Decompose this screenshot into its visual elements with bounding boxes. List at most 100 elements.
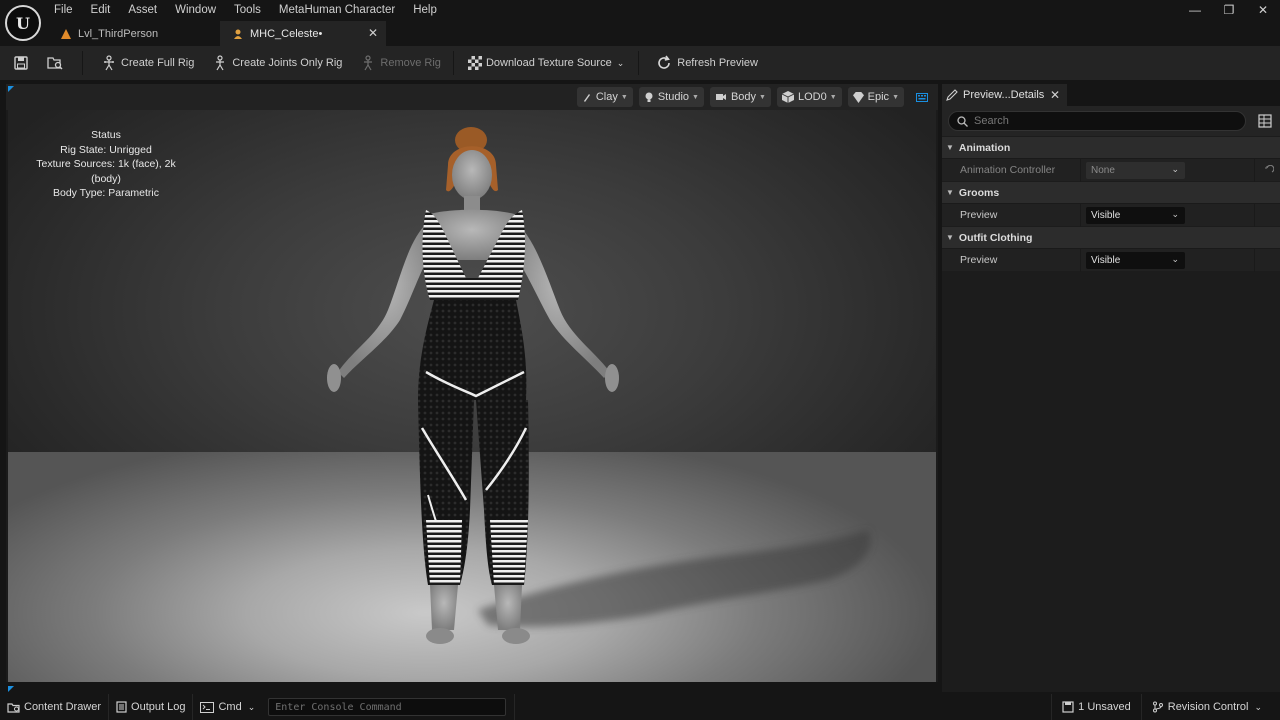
grooms-preview-combo[interactable]: Visible ⌄: [1086, 207, 1185, 224]
property-label: Animation Controller: [960, 164, 1056, 176]
category-label: Animation: [958, 141, 1011, 154]
close-tab-icon[interactable]: ✕: [1050, 88, 1060, 102]
remove-rig-button[interactable]: Remove Rig: [354, 51, 447, 75]
gem-icon: [852, 91, 864, 103]
revision-control-icon: [1152, 701, 1163, 713]
chevron-down-icon: ▼: [829, 93, 837, 101]
property-label: Preview: [960, 209, 998, 221]
viewport[interactable]: Clay ▼ Studio ▼ Body ▼ LOD0 ▼ Epic ▼ Sta…: [6, 84, 938, 682]
menu-metahuman-character[interactable]: MetaHuman Character: [273, 0, 401, 20]
studio-dropdown[interactable]: Studio ▼: [638, 87, 704, 107]
viewport-controls: Clay ▼ Studio ▼ Body ▼ LOD0 ▼ Epic ▼: [571, 87, 932, 107]
studio-label: Studio: [657, 91, 690, 103]
restore-button[interactable]: ❐: [1212, 0, 1246, 20]
menu-file[interactable]: File: [48, 0, 79, 20]
unsaved-button[interactable]: 1 Unsaved: [1052, 694, 1141, 720]
unsaved-label: 1 Unsaved: [1078, 701, 1131, 713]
chevron-down-icon: ⌄: [616, 57, 625, 68]
lod-label: LOD0: [797, 91, 827, 103]
category-grooms[interactable]: ▼ Grooms: [942, 181, 1280, 203]
console-command-input[interactable]: [268, 698, 507, 716]
output-log-button[interactable]: Output Log: [109, 694, 192, 720]
document-tabs: Lvl_ThirdPerson MHC_Celeste• ✕: [48, 21, 386, 46]
close-window-button[interactable]: ✕: [1246, 0, 1280, 20]
revision-control-button[interactable]: Revision Control ⌄: [1142, 694, 1272, 720]
toolbar-separator: [82, 51, 83, 75]
combo-value: Visible: [1091, 255, 1121, 266]
tab-lvl-thirdperson[interactable]: Lvl_ThirdPerson: [48, 21, 220, 46]
statusbar-right: 1 Unsaved Revision Control ⌄: [1051, 694, 1272, 720]
minimize-button[interactable]: —: [1178, 0, 1212, 20]
tab-preview-details[interactable]: Preview...Details ✕: [942, 84, 1067, 106]
body-type-text: Body Type: Parametric: [52, 187, 160, 199]
chevron-down-icon: ▼: [759, 93, 766, 101]
create-full-rig-label: Create Full Rig: [121, 57, 195, 69]
collapse-arrow-icon: ▼: [946, 233, 954, 242]
joints-rig-icon: [216, 55, 225, 71]
output-log-icon: [116, 701, 127, 713]
cmd-dropdown[interactable]: Cmd ⌄: [193, 694, 262, 720]
column-divider: [1080, 204, 1081, 227]
chevron-down-icon: ▼: [892, 93, 899, 101]
content-drawer-button[interactable]: Content Drawer: [0, 694, 108, 720]
menu-tools[interactable]: Tools: [228, 0, 267, 20]
collapse-arrow-icon: ▼: [946, 188, 954, 197]
property-label: Preview: [960, 254, 998, 266]
details-panel: Preview...Details ✕ ▼ Animation Animatio…: [942, 84, 1280, 692]
rig-state-text: Rig State: Unrigged: [60, 143, 152, 156]
close-tab-icon[interactable]: ✕: [368, 26, 378, 40]
animation-controller-combo[interactable]: None ⌄: [1086, 162, 1185, 179]
category-label: Outfit Clothing: [958, 231, 1033, 244]
details-tab-label: Preview...Details: [963, 89, 1045, 101]
lightbulb-icon: [645, 92, 653, 102]
clay-dropdown[interactable]: Clay ▼: [576, 87, 633, 107]
menu-window[interactable]: Window: [169, 0, 222, 20]
create-full-rig-button[interactable]: Create Full Rig: [95, 51, 200, 75]
category-label: Grooms: [958, 186, 1000, 199]
chevron-down-icon: ▼: [620, 93, 628, 101]
tab-label: Lvl_ThirdPerson: [78, 27, 159, 40]
body-dropdown[interactable]: Body ▼: [709, 87, 771, 107]
save-icon: [14, 56, 28, 70]
quality-dropdown[interactable]: Epic ▼: [847, 87, 904, 107]
property-row-animation-controller: Animation Controller None ⌄: [942, 158, 1280, 182]
menu-asset[interactable]: Asset: [122, 0, 163, 20]
unsaved-files-icon: [1062, 701, 1074, 713]
pencil-icon: [946, 89, 958, 101]
viewport-scene[interactable]: Status Rig State: Unrigged Texture Sourc…: [8, 110, 936, 682]
details-search-box[interactable]: [948, 111, 1246, 131]
lod-dropdown[interactable]: LOD0 ▼: [776, 87, 842, 107]
viewport-corner-marker: [8, 686, 14, 692]
chevron-down-icon: ⌄: [247, 701, 256, 712]
search-input[interactable]: [974, 115, 1234, 127]
property-row-grooms-preview: Preview Visible ⌄: [942, 203, 1280, 227]
combo-value: Visible: [1091, 210, 1121, 221]
viewport-layout-button[interactable]: [912, 87, 932, 107]
remove-rig-label: Remove Rig: [380, 57, 441, 69]
details-tabbar: Preview...Details ✕: [942, 84, 1280, 106]
asset-toolbar: Create Full Rig Create Joints Only Rig R…: [0, 46, 1280, 80]
level-icon: [60, 28, 72, 40]
save-button[interactable]: [10, 52, 32, 74]
tab-label: MHC_Celeste•: [250, 27, 323, 40]
brush-icon: [583, 94, 590, 102]
category-animation[interactable]: ▼ Animation: [942, 136, 1280, 158]
category-outfit-clothing[interactable]: ▼ Outfit Clothing: [942, 226, 1280, 248]
create-joints-only-rig-button[interactable]: Create Joints Only Rig: [206, 51, 348, 75]
outfit-preview-combo[interactable]: Visible ⌄: [1086, 252, 1185, 269]
chevron-down-icon: ⌄: [1171, 164, 1179, 174]
refresh-preview-button[interactable]: Refresh Preview: [649, 51, 764, 75]
refresh-icon: [658, 55, 671, 69]
body-label: Body: [730, 91, 757, 103]
status-bar: Content Drawer Output Log Cmd ⌄ 1 Unsave…: [0, 686, 1280, 720]
reset-to-default-icon[interactable]: [1264, 165, 1274, 175]
unreal-logo-icon[interactable]: U: [5, 5, 41, 41]
menu-edit[interactable]: Edit: [85, 0, 117, 20]
chevron-down-icon: ⌄: [1171, 254, 1179, 264]
refresh-preview-label: Refresh Preview: [677, 57, 758, 69]
tab-mhc-celeste[interactable]: MHC_Celeste• ✕: [220, 21, 386, 46]
grid-view-icon[interactable]: [1258, 114, 1272, 128]
menu-help[interactable]: Help: [407, 0, 443, 20]
download-texture-source-button[interactable]: Download Texture Source ⌄: [462, 51, 630, 75]
browse-to-asset-button[interactable]: [44, 52, 66, 74]
